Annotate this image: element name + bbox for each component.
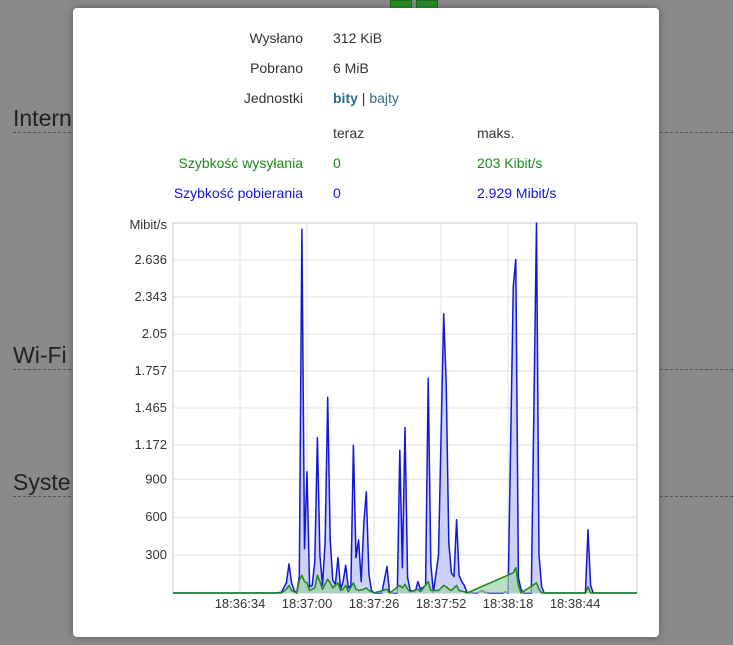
units-row: Jednostki bity | bajty bbox=[73, 90, 659, 108]
units-label: Jednostki bbox=[243, 90, 303, 106]
units-bits-link[interactable]: bity bbox=[333, 90, 358, 106]
received-row: Pobrano 6 MiB bbox=[73, 60, 659, 78]
y-tick-label: 300 bbox=[145, 547, 167, 562]
background-section-title: Intern bbox=[13, 105, 72, 131]
sent-label: Wysłano bbox=[249, 30, 303, 46]
units-separator: | bbox=[361, 90, 366, 106]
download-speed-now: 0 bbox=[333, 185, 341, 201]
y-tick-label: 2.343 bbox=[134, 289, 167, 304]
x-axis: 18:36:34 18:37:00 18:37:26 18:37:52 18:38:18… bbox=[215, 596, 601, 611]
download-speed-label: Szybkość pobierania bbox=[173, 185, 303, 201]
traffic-stats-dialog: Wysłano 312 KiB Pobrano 6 MiB Jednostki … bbox=[73, 8, 659, 637]
upload-speed-row: Szybkość wysyłania 0 203 Kibit/s bbox=[73, 155, 659, 173]
y-tick-label: 1.757 bbox=[134, 363, 167, 378]
y-tick-label: 2.636 bbox=[134, 252, 167, 267]
x-tick-label: 18:37:00 bbox=[282, 596, 333, 611]
x-tick-label: 18:36:34 bbox=[215, 596, 266, 611]
received-value: 6 MiB bbox=[333, 60, 369, 76]
units-options: bity | bajty bbox=[333, 90, 399, 106]
y-tick-label: 900 bbox=[145, 471, 167, 486]
units-bytes-link[interactable]: bajty bbox=[369, 90, 399, 106]
download-speed-max: 2.929 Mibit/s bbox=[477, 185, 557, 201]
y-tick-label: 1.172 bbox=[134, 437, 167, 452]
upload-speed-max: 203 Kibit/s bbox=[477, 155, 543, 171]
traffic-chart: 300 600 900 1.172 1.465 1.757 2.05 2.343 2.636 1… bbox=[129, 217, 638, 611]
sent-row: Wysłano 312 KiB bbox=[73, 30, 659, 48]
upload-speed-now: 0 bbox=[333, 155, 341, 171]
y-axis: 300 600 900 1.172 1.465 1.757 2.05 2.343 2.636 bbox=[134, 252, 167, 562]
x-tick-label: 18:38:44 bbox=[550, 596, 601, 611]
col-now-header: teraz bbox=[333, 125, 365, 141]
y-tick-label: 600 bbox=[145, 509, 167, 524]
received-label: Pobrano bbox=[250, 60, 303, 76]
rate-header-row: teraz maks. bbox=[73, 125, 659, 143]
y-tick-label: 2.05 bbox=[142, 326, 167, 341]
background-section-title: Syste bbox=[13, 469, 71, 495]
upload-speed-label: Szybkość wysyłania bbox=[178, 155, 304, 171]
x-tick-label: 18:38:18 bbox=[483, 596, 534, 611]
x-tick-label: 18:37:26 bbox=[349, 596, 400, 611]
y-tick-label: 1.465 bbox=[134, 400, 167, 415]
sent-value: 312 KiB bbox=[333, 30, 383, 46]
x-tick-label: 18:37:52 bbox=[416, 596, 467, 611]
y-axis-unit-label: Mibit/s bbox=[129, 217, 167, 232]
download-speed-row: Szybkość pobierania 0 2.929 Mibit/s bbox=[73, 185, 659, 203]
background-section-title: Wi-Fi bbox=[13, 342, 67, 368]
col-max-header: maks. bbox=[477, 125, 515, 141]
